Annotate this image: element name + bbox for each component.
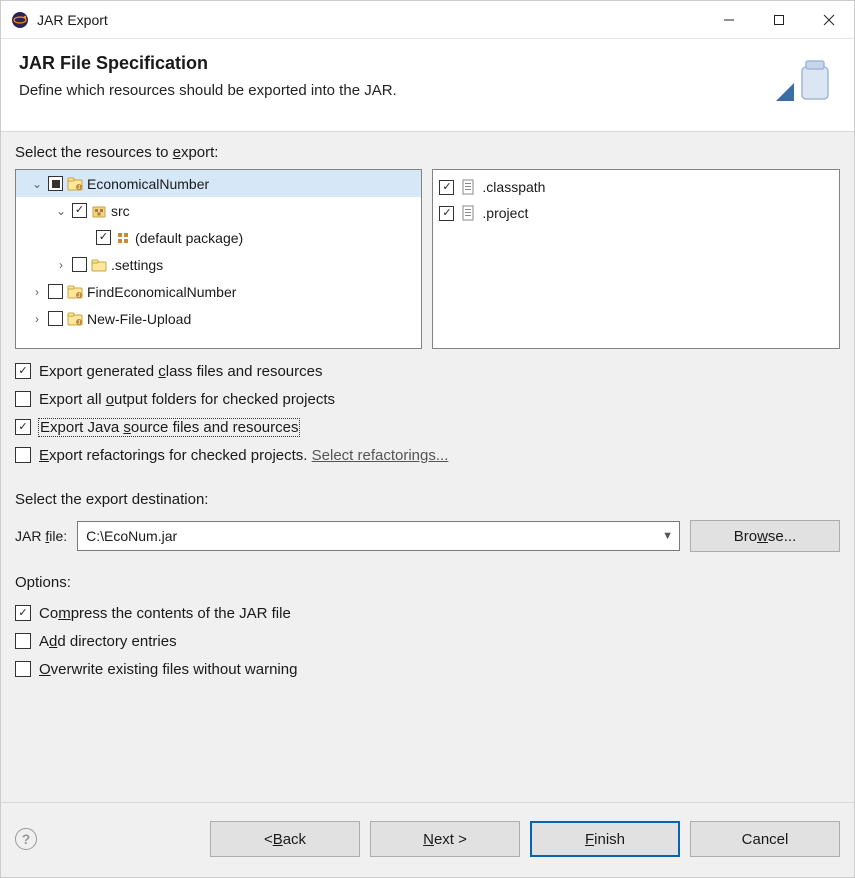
option-label: Add directory entries (39, 633, 177, 650)
tree-caret-icon[interactable]: › (54, 258, 68, 272)
export-option-label: Export generated class files and resourc… (39, 363, 323, 380)
resources-label: Select the resources to export: (15, 144, 840, 161)
tree-checkbox[interactable] (96, 230, 111, 245)
option-checkbox[interactable] (15, 605, 31, 621)
tree-node[interactable]: ⌄ JEconomicalNumber (16, 170, 421, 197)
titlebar-left: JAR Export (11, 11, 108, 29)
tree-node-label: New-File-Upload (87, 311, 191, 327)
tree-node-label: EconomicalNumber (87, 176, 209, 192)
file-label: .project (482, 205, 528, 221)
file-label: .classpath (482, 179, 545, 195)
export-option: Export all output folders for checked pr… (15, 385, 840, 413)
finish-button[interactable]: Finish (530, 821, 680, 857)
tree-node-label: FindEconomicalNumber (87, 284, 236, 300)
tree-node[interactable]: › JFindEconomicalNumber (16, 278, 421, 305)
option-label: Overwrite existing files without warning (39, 661, 297, 678)
tree-node-label: (default package) (135, 230, 243, 246)
tree-node[interactable]: › JNew-File-Upload (16, 305, 421, 332)
option-item: Compress the contents of the JAR file (15, 599, 840, 627)
export-option-checkbox[interactable] (15, 391, 31, 407)
page-title: JAR File Specification (19, 53, 397, 74)
window-title: JAR Export (37, 12, 108, 28)
file-icon (460, 205, 476, 221)
titlebar: JAR Export (1, 1, 854, 39)
option-item: Add directory entries (15, 627, 840, 655)
tree-caret-icon[interactable]: › (30, 312, 44, 326)
file-checkbox[interactable] (439, 180, 454, 195)
export-option-checkbox[interactable] (15, 363, 31, 379)
file-icon (460, 179, 476, 195)
destination-row: JAR file: C:\EcoNum.jar ▼ Browse... (15, 520, 840, 552)
tree-checkbox[interactable] (72, 257, 87, 272)
jar-file-value: C:\EcoNum.jar (86, 528, 177, 544)
tree-node[interactable]: (default package) (16, 224, 421, 251)
minimize-button[interactable] (704, 2, 754, 38)
option-label: Compress the contents of the JAR file (39, 605, 291, 622)
resources-panels: ⌄JEconomicalNumber⌄src(default package)›… (15, 169, 840, 349)
titlebar-controls (704, 2, 854, 38)
header-text: JAR File Specification Define which reso… (19, 53, 397, 99)
tree-node[interactable]: ⌄ src (16, 197, 421, 224)
package-icon (115, 230, 131, 246)
wizard-body: Select the resources to export: ⌄JEconom… (1, 132, 854, 802)
export-option-label: Export all output folders for checked pr… (39, 391, 335, 408)
export-options-group: Export generated class files and resourc… (15, 357, 840, 469)
help-icon[interactable]: ? (15, 828, 37, 850)
option-item: Overwrite existing files without warning (15, 655, 840, 683)
wizard-footer: ? < Back Next > Finish Cancel (1, 802, 854, 877)
file-checkbox[interactable] (439, 206, 454, 221)
project-icon: J (67, 311, 83, 327)
tree-node[interactable]: › .settings (16, 251, 421, 278)
file-row[interactable]: .classpath (439, 174, 833, 200)
footer-buttons: < Back Next > Finish Cancel (210, 821, 840, 857)
tree-checkbox[interactable] (48, 311, 63, 326)
package-root-icon (91, 203, 107, 219)
export-option-checkbox[interactable] (15, 419, 31, 435)
file-row[interactable]: .project (439, 200, 833, 226)
project-icon: J (67, 284, 83, 300)
export-option-label: Export refactorings for checked projects… (39, 447, 448, 464)
tree-node-label: src (111, 203, 130, 219)
jar-file-label: JAR file: (15, 528, 67, 544)
maximize-button[interactable] (754, 2, 804, 38)
tree-caret-icon[interactable]: ⌄ (54, 204, 68, 218)
eclipse-app-icon (11, 11, 29, 29)
export-option-checkbox[interactable] (15, 447, 31, 463)
option-checkbox[interactable] (15, 633, 31, 649)
tree-checkbox[interactable] (72, 203, 87, 218)
browse-button[interactable]: Browse... (690, 520, 840, 552)
export-option-label: Export Java source files and resources (39, 419, 299, 436)
tree-node-label: .settings (111, 257, 163, 273)
cancel-button[interactable]: Cancel (690, 821, 840, 857)
tree-checkbox[interactable] (48, 176, 63, 191)
options-label: Options: (15, 574, 840, 591)
project-tree[interactable]: ⌄JEconomicalNumber⌄src(default package)›… (15, 169, 422, 349)
chevron-down-icon: ▼ (662, 530, 673, 542)
tree-caret-icon[interactable]: ⌄ (30, 177, 44, 191)
export-option: Export refactorings for checked projects… (15, 441, 840, 469)
destination-label: Select the export destination: (15, 491, 840, 508)
jar-icon (776, 53, 836, 113)
folder-icon (91, 257, 107, 273)
file-list[interactable]: .classpath .project (432, 169, 840, 349)
wizard-header: JAR File Specification Define which reso… (1, 39, 854, 132)
options-group: Compress the contents of the JAR file Add… (15, 599, 840, 683)
back-button[interactable]: < Back (210, 821, 360, 857)
project-icon: J (67, 176, 83, 192)
tree-caret-icon[interactable]: › (30, 285, 44, 299)
export-option: Export Java source files and resources (15, 413, 840, 441)
dialog-window: JAR Export JAR File Specification Define… (0, 0, 855, 878)
tree-checkbox[interactable] (48, 284, 63, 299)
close-button[interactable] (804, 2, 854, 38)
option-checkbox[interactable] (15, 661, 31, 677)
next-button[interactable]: Next > (370, 821, 520, 857)
page-subtitle: Define which resources should be exporte… (19, 82, 397, 99)
export-option: Export generated class files and resourc… (15, 357, 840, 385)
refactorings-link[interactable]: Select refactorings... (312, 447, 449, 464)
jar-file-combo[interactable]: C:\EcoNum.jar ▼ (77, 521, 680, 551)
